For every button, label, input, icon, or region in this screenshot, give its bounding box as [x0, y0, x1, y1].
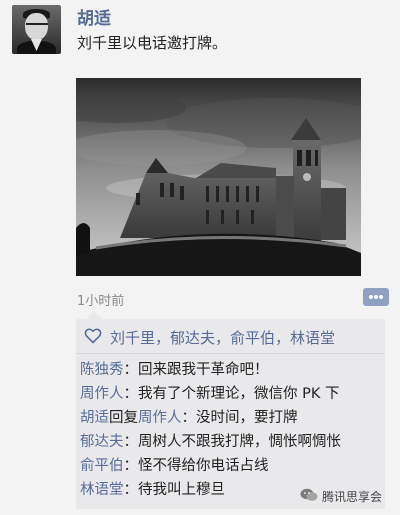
comment-text: ：回来跟我干革命吧！ — [123, 362, 269, 378]
comment-item[interactable]: 胡适回复周作人：没时间，要打牌 — [80, 406, 381, 430]
comment-text: ：怪不得给你电话占线 — [123, 458, 269, 474]
watermark-text: 腾讯思享会 — [322, 490, 383, 504]
avatar-glasses — [26, 23, 48, 30]
comment-text: ：我有了个新理论，微信你 PK 下 — [123, 386, 340, 402]
comment-text: ：周树人不跟我打牌，惆怅啊惆怅 — [123, 434, 342, 450]
post-author[interactable]: 胡适 — [77, 4, 111, 29]
comment-list: 陈独秀：回来跟我干革命吧！ 周作人：我有了个新理论，微信你 PK 下 胡适回复周… — [80, 358, 381, 502]
post-photo[interactable] — [76, 78, 361, 276]
comment-author[interactable]: 周作人 — [80, 386, 124, 402]
comment-text: ：待我叫上穆旦 — [123, 482, 226, 498]
comment-author[interactable]: 陈独秀 — [80, 362, 124, 378]
divider — [76, 353, 385, 354]
watermark: 腾讯思享会 — [300, 488, 382, 505]
interaction-panel: 刘千里，郁达夫，俞平伯，林语堂 陈独秀：回来跟我干革命吧！ 周作人：我有了个新理… — [76, 311, 385, 509]
comment-item[interactable]: 俞平伯：怪不得给你电话占线 — [80, 454, 381, 478]
heart-outline-icon — [84, 328, 102, 348]
comment-item[interactable]: 周作人：我有了个新理论，微信你 PK 下 — [80, 382, 381, 406]
comment-author[interactable]: 郁达夫 — [80, 434, 124, 450]
more-dots-icon[interactable] — [363, 288, 389, 306]
likes-names[interactable]: 刘千里，郁达夫，俞平伯，林语堂 — [110, 327, 335, 348]
post-time: 1小时前 — [77, 294, 125, 309]
comment-text: ：没时间，要打牌 — [181, 410, 298, 426]
dot — [374, 295, 378, 299]
avatar[interactable] — [12, 5, 61, 54]
comment-item[interactable]: 郁达夫：周树人不跟我打牌，惆怅啊惆怅 — [80, 430, 381, 454]
comment-item[interactable]: 陈独秀：回来跟我干革命吧！ — [80, 358, 381, 382]
wechat-logo-icon — [300, 488, 318, 505]
comment-author[interactable]: 林语堂 — [80, 482, 124, 498]
comment-author[interactable]: 俞平伯 — [80, 458, 124, 474]
likes-row: 刘千里，郁达夫，俞平伯，林语堂 — [84, 327, 381, 347]
reply-word: 回复 — [109, 410, 138, 426]
dot — [369, 295, 373, 299]
post-text: 刘千里以电话邀打牌。 — [77, 34, 228, 52]
reply-target[interactable]: 周作人 — [138, 410, 182, 426]
clock-tower-image — [76, 78, 361, 276]
dot — [379, 295, 383, 299]
comment-author[interactable]: 胡适 — [80, 410, 109, 426]
